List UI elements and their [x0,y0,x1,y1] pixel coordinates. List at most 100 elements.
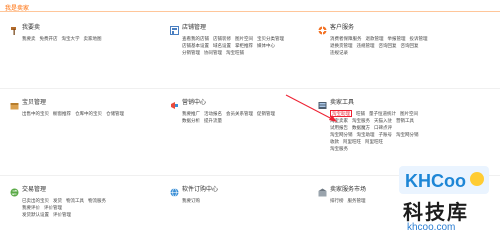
link-koubei[interactable]: 口碑点评 [374,125,392,130]
mai-row-4: 淘宝网分销 淘宝助理 子账号 淘宝网分销 [330,131,423,138]
link-xiaofeizhe[interactable]: 消费者保障服务 [330,36,362,41]
section-dianpu: 店铺管理 查看我的店铺 店铺装修 图片空间 宝贝分类管理 店铺基本设置 域名设置 掌柜推荐… [170,22,310,82]
link-dianpujiben[interactable]: 店铺基本设置 [182,43,209,48]
kehu-row-2: 退换货管理 违规管理 咨询回复 咨询回复 [330,42,432,49]
trade-icon [10,184,19,197]
link-shujumofang[interactable]: 数据魔方 [352,125,370,130]
section-baobei-links: 出售中的宝贝 橱窗推荐 仓库中的宝贝 仓储管理 [22,110,128,117]
link-baobeifenlei[interactable]: 宝贝分类管理 [257,36,284,41]
link-dianpuzhuangxiu[interactable]: 店铺装修 [213,36,231,41]
link-fenxiao[interactable]: 分销管理 [182,50,200,55]
dianpu-row-1: 查看我的店铺 店铺装修 图片空间 宝贝分类管理 [182,35,288,42]
section-yingxiao-head: 营销中心 [170,97,207,109]
link-chushouzhong[interactable]: 出售中的宝贝 [22,111,49,116]
kehu-row-1: 消费者保障服务 退款管理 举报管理 投诉管理 [330,35,432,42]
lifebuoy-icon [318,22,327,35]
link-tupian-tool[interactable]: 图片空间 [400,111,418,116]
link-huiyuan[interactable]: 会员关系管理 [226,111,253,116]
link-cuxiao[interactable]: 促销管理 [257,111,275,116]
link-yimaichu[interactable]: 已卖出的宝贝 [22,198,49,203]
link-tupiankongjian[interactable]: 图片空间 [235,36,253,41]
link-zizhanghao[interactable]: 子账号 [379,132,393,137]
link-wangwang-2[interactable]: 阿里旺旺 [365,139,383,144]
dianpu-row-2: 店铺基本设置 域名设置 掌柜推荐 媒体中心 [182,42,288,49]
jiaoyi-row-3: 发货默认设置 评价管理 [22,211,110,218]
link-jubao[interactable]: 举报管理 [388,36,406,41]
link-zixun-2[interactable]: 咨询回复 [401,43,419,48]
link-fenxiao-tool[interactable]: 淘宝网分销 [330,132,353,137]
link-yingxiaogongju[interactable]: 营销工具 [396,118,414,123]
link-weigui[interactable]: 违规管理 [357,43,375,48]
yingxiao-row-1: 我要推广 活动报名 会员关系管理 促销管理 [182,110,279,117]
store-icon [170,22,179,35]
link-woyaodinggou[interactable]: 我要订购 [182,198,200,203]
link-cangchu[interactable]: 仓储管理 [106,111,124,116]
link-wangwang[interactable]: 阿里旺旺 [343,139,361,144]
link-taobaofuwu-2[interactable]: 淘宝服务 [330,146,348,151]
link-zhuli-2[interactable]: 淘宝助理 [357,132,375,137]
link-xietong[interactable]: 协同管理 [204,50,222,55]
section-kehu-links: 消费者保障服务 退款管理 举报管理 投诉管理 退换货管理 违规管理 咨询回复 咨询回复 违规… [330,35,432,56]
section-ruanjian-title: 软件订购中心 [182,187,219,193]
link-maijiaditu[interactable]: 卖家地图 [84,36,102,41]
link-yuming[interactable]: 域名设置 [213,43,231,48]
link-liangzi[interactable]: 量子恒道统计 [369,111,396,116]
section-jiaoyi-links: 已卖出的宝贝 发货 物流工具 物流服务 我要评价 评价管理 发货默认设置 评价管理 [22,197,110,218]
link-fahuoshezhi[interactable]: 发货默认设置 [22,212,49,217]
link-shujufenxi[interactable]: 数据分析 [182,118,200,123]
link-wangpu-tool[interactable]: 旺铺 [356,111,365,116]
section-kehu-title: 客户服务 [330,25,355,31]
link-woyaotuiguang[interactable]: 我要推广 [182,111,200,116]
section-fuwu-head: 卖家服务市场 [318,184,366,197]
link-woyaopingjia[interactable]: 我要评价 [22,205,40,210]
link-tousu[interactable]: 投诉管理 [410,36,428,41]
link-cangkuzhong[interactable]: 仓库中的宝贝 [75,111,102,116]
link-zixun[interactable]: 咨询回复 [379,43,397,48]
link-tuikuan[interactable]: 退款管理 [366,36,384,41]
link-woyaomai[interactable]: 我要卖 [22,36,36,41]
link-meiti[interactable]: 媒体中心 [257,43,275,48]
link-huodongbaoming[interactable]: 活动报名 [204,111,222,116]
link-pingjiaguanli-2[interactable]: 评价管理 [53,212,71,217]
row-divider-1 [0,88,500,89]
link-pingjiaguanli[interactable]: 评价管理 [44,205,62,210]
section-baobei-title: 宝贝管理 [22,100,47,106]
section-fuwu-links: 排行榜 服务管理 [330,197,370,204]
section-yingxiao-title: 营销中心 [182,100,207,106]
section-baobei-head: 宝贝管理 [10,97,47,110]
mai-row-6: 淘宝服务 [330,145,423,152]
watermark-logo: KHCoo [399,164,489,196]
section-dianpu-links: 查看我的店铺 店铺装修 图片空间 宝贝分类管理 店铺基本设置 域名设置 掌柜推荐 媒体中心 … [182,35,288,56]
section-ruanjian-links: 我要订购 [182,197,204,204]
link-tianmao[interactable]: 天猫入驻 [374,118,392,123]
section-wobai-links: 我要卖 免费开店 淘宝大学 卖家地图 [22,35,106,42]
link-fahuo[interactable]: 发货 [53,198,62,203]
highlight-arrow [285,94,337,122]
link-weiguijilu[interactable]: 违规记录 [330,50,348,55]
yingxiao-row-2: 数据分析 提升流量 [182,117,279,124]
link-mianfeikaidian[interactable]: 免费开店 [40,36,58,41]
link-fuwuguanli[interactable]: 服务管理 [348,198,366,203]
link-chakandianpu[interactable]: 查看我的店铺 [182,36,209,41]
watermark-url: khcoo.com [407,222,456,233]
link-taobaofuwu[interactable]: 淘宝服务 [352,118,370,123]
link-zhanggui[interactable]: 掌柜推荐 [235,43,253,48]
watermark: KHCoo 科技库 khcoo.com [393,164,497,236]
link-shoukuan[interactable]: 收款 [330,139,339,144]
jiaoyi-row-2: 我要评价 评价管理 [22,204,110,211]
link-taobaodaxue[interactable]: 淘宝大学 [62,36,80,41]
section-dianpu-title: 店铺管理 [182,25,207,31]
link-chuchuang[interactable]: 橱窗推荐 [53,111,71,116]
mai-row-5: 收款 阿里旺旺 阿里旺旺 [330,138,423,145]
link-wuliugongju[interactable]: 物流工具 [66,198,84,203]
link-paihangbang[interactable]: 排行榜 [330,198,344,203]
section-kehu: 客户服务 消费者保障服务 退款管理 举报管理 投诉管理 退换货管理 违规管理 咨询回复 咨询… [318,22,493,82]
dianpu-row-3: 分销管理 协同管理 淘宝旺铺 [182,49,288,56]
link-tuihuan[interactable]: 退换货管理 [330,43,353,48]
link-wangpu[interactable]: 淘宝旺铺 [226,50,244,55]
link-tishengliuliang[interactable]: 提升流量 [204,118,222,123]
watermark-cn: 科技库 [403,202,469,224]
link-fenxiao-2[interactable]: 淘宝网分销 [396,132,419,137]
market-icon [318,184,327,197]
link-wuliufuwu[interactable]: 物流服务 [88,198,106,203]
